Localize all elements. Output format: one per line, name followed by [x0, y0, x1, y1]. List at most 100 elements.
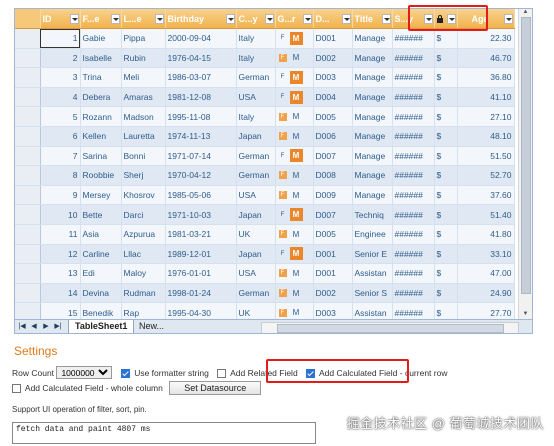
- cell-id[interactable]: 9: [40, 185, 81, 206]
- cell-age[interactable]: 22.30: [457, 28, 515, 49]
- cell-dept[interactable]: D007: [313, 146, 353, 167]
- filter-dropdown-icon[interactable]: [302, 14, 312, 24]
- data-grid[interactable]: ID F...e L...e Birthday C...y G...r D... Title S…: [15, 9, 519, 319]
- cell-title[interactable]: Manage: [352, 165, 393, 186]
- cell-first[interactable]: Kellen: [80, 126, 122, 147]
- cell-country[interactable]: Italy: [236, 106, 276, 127]
- cell-title[interactable]: Senior E: [352, 244, 393, 265]
- row-header[interactable]: [15, 67, 41, 88]
- cell-salary[interactable]: ######: [392, 28, 435, 49]
- cell-gender[interactable]: FM: [275, 48, 314, 69]
- cell-age[interactable]: 46.70: [457, 48, 515, 69]
- cell-age[interactable]: 27.70: [457, 302, 515, 319]
- cell-country[interactable]: Japan: [236, 244, 276, 265]
- cell-last[interactable]: Maloy: [121, 263, 166, 284]
- cell-gender[interactable]: FM: [275, 28, 314, 49]
- cell-title[interactable]: Senior S: [352, 283, 393, 304]
- row-header[interactable]: [15, 106, 41, 127]
- cell-age[interactable]: 51.50: [457, 146, 515, 167]
- first-sheet-icon[interactable]: |◀: [17, 321, 27, 332]
- cell-dept[interactable]: D003: [313, 302, 353, 319]
- cell-age[interactable]: 41.10: [457, 87, 515, 108]
- cell-id[interactable]: 1: [40, 28, 81, 49]
- cell-last[interactable]: Azpurua: [121, 224, 166, 245]
- cell-salary[interactable]: ######: [392, 283, 435, 304]
- row-header[interactable]: [15, 302, 41, 319]
- cell-birthday[interactable]: 1985-05-06: [165, 185, 237, 206]
- cell-currency[interactable]: $: [434, 283, 458, 304]
- cell-birthday[interactable]: 1989-12-01: [165, 244, 237, 265]
- cell-title[interactable]: Manage: [352, 185, 393, 206]
- row-header[interactable]: [15, 185, 41, 206]
- cell-currency[interactable]: $: [434, 48, 458, 69]
- cell-title[interactable]: Techniq: [352, 204, 393, 225]
- cell-salary[interactable]: ######: [392, 204, 435, 225]
- cell-gender[interactable]: FM: [275, 67, 314, 88]
- row-count-select[interactable]: 1000000: [56, 366, 113, 379]
- cell-salary[interactable]: ######: [392, 185, 435, 206]
- cell-first[interactable]: Mersey: [80, 185, 122, 206]
- vertical-scroll-thumb[interactable]: [521, 17, 531, 294]
- cell-first[interactable]: Isabelle: [80, 48, 122, 69]
- cell-salary[interactable]: ######: [392, 244, 435, 265]
- cell-birthday[interactable]: 1976-01-01: [165, 263, 237, 284]
- cell-last[interactable]: Lllac: [121, 244, 166, 265]
- cell-first[interactable]: Benedik: [80, 302, 122, 319]
- cell-currency[interactable]: $: [434, 126, 458, 147]
- cell-dept[interactable]: D005: [313, 224, 353, 245]
- cell-currency[interactable]: $: [434, 263, 458, 284]
- cell-currency[interactable]: $: [434, 302, 458, 319]
- cell-first[interactable]: Rozann: [80, 106, 122, 127]
- cell-last[interactable]: Lauretta: [121, 126, 166, 147]
- cell-age[interactable]: 52.70: [457, 165, 515, 186]
- cell-title[interactable]: Manage: [352, 67, 393, 88]
- table-row[interactable]: 10 Bette Darci 1971-10-03 Japan F M D007 Techniq…: [15, 204, 515, 225]
- cell-title[interactable]: Manage: [352, 87, 393, 108]
- cell-last[interactable]: Khosrov: [121, 185, 166, 206]
- cell-country[interactable]: UK: [236, 302, 276, 319]
- scroll-down-icon[interactable]: ▼: [519, 311, 532, 319]
- table-row[interactable]: 11 Asia Azpurua 1981-03-21 UK F M D005 Enginee ##…: [15, 224, 515, 245]
- cell-id[interactable]: 7: [40, 146, 81, 167]
- table-row[interactable]: 13 Edi Maloy 1976-01-01 USA F M D001 Assistan ###…: [15, 263, 515, 284]
- cell-age[interactable]: 47.00: [457, 263, 515, 284]
- row-header[interactable]: [15, 283, 41, 304]
- cell-first[interactable]: Carline: [80, 244, 122, 265]
- cell-birthday[interactable]: 1986-03-07: [165, 67, 237, 88]
- cell-salary[interactable]: ######: [392, 146, 435, 167]
- cell-title[interactable]: Manage: [352, 126, 393, 147]
- column-header-3[interactable]: Birthday: [165, 9, 237, 29]
- cell-gender[interactable]: FM: [275, 263, 314, 284]
- filter-dropdown-icon[interactable]: [225, 14, 235, 24]
- filter-dropdown-icon[interactable]: [264, 14, 274, 24]
- table-row[interactable]: 4 Debera Amaras 1981-12-08 USA F M D004 Manage ##…: [15, 87, 515, 108]
- cell-last[interactable]: Rap: [121, 302, 166, 319]
- cell-gender[interactable]: FM: [275, 87, 314, 108]
- row-header[interactable]: [15, 28, 41, 49]
- cell-birthday[interactable]: 1974-11-13: [165, 126, 237, 147]
- cell-first[interactable]: Asia: [80, 224, 122, 245]
- row-header[interactable]: [15, 204, 41, 225]
- cell-age[interactable]: 33.10: [457, 244, 515, 265]
- cell-currency[interactable]: $: [434, 185, 458, 206]
- cell-age[interactable]: 51.40: [457, 204, 515, 225]
- row-header[interactable]: [15, 126, 41, 147]
- cell-last[interactable]: Darci: [121, 204, 166, 225]
- filter-dropdown-icon[interactable]: [69, 14, 79, 24]
- cell-first[interactable]: Bette: [80, 204, 122, 225]
- cell-dept[interactable]: D009: [313, 185, 353, 206]
- cell-first[interactable]: Edi: [80, 263, 122, 284]
- cell-title[interactable]: Assistan: [352, 263, 393, 284]
- cell-last[interactable]: Rubin: [121, 48, 166, 69]
- row-header[interactable]: [15, 48, 41, 69]
- cell-salary[interactable]: ######: [392, 263, 435, 284]
- cell-id[interactable]: 6: [40, 126, 81, 147]
- cell-age[interactable]: 41.80: [457, 224, 515, 245]
- table-row[interactable]: 8 Roobbie Sherj 1970-04-12 German F M D008 Manag…: [15, 165, 515, 186]
- cell-first[interactable]: Roobbie: [80, 165, 122, 186]
- cell-title[interactable]: Manage: [352, 28, 393, 49]
- table-row[interactable]: 12 Carline Lllac 1989-12-01 Japan F M D001 Senio…: [15, 244, 515, 265]
- row-header[interactable]: [15, 224, 41, 245]
- next-sheet-icon[interactable]: ▶: [41, 321, 51, 332]
- column-header-5[interactable]: G...r: [275, 9, 314, 29]
